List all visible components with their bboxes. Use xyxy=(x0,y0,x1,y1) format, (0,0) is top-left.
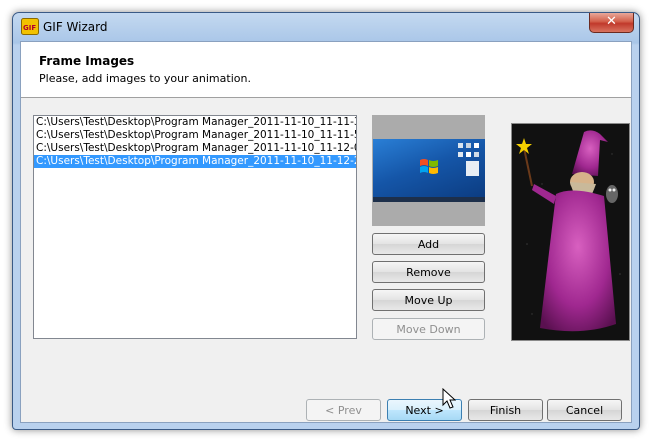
wizard-mascot-image xyxy=(512,124,629,340)
window-title: GIF Wizard xyxy=(43,20,108,34)
wizard-client-area: Frame Images Please, add images to your … xyxy=(20,41,632,423)
desktop-icons xyxy=(458,143,479,176)
list-item-selected[interactable]: C:\Users\Test\Desktop\Program Manager_20… xyxy=(34,155,356,168)
wizard-illustration xyxy=(511,123,630,341)
add-button[interactable]: Add xyxy=(372,233,485,255)
windows-logo-icon xyxy=(420,159,438,174)
list-item[interactable]: C:\Users\Test\Desktop\Program Manager_20… xyxy=(34,116,356,129)
gif-wizard-icon: GIF xyxy=(21,18,39,35)
close-button[interactable]: ✕ xyxy=(589,13,634,33)
list-item[interactable]: C:\Users\Test\Desktop\Program Manager_20… xyxy=(34,129,356,142)
remove-button[interactable]: Remove xyxy=(372,261,485,283)
cancel-button[interactable]: Cancel xyxy=(547,399,622,421)
move-down-button[interactable]: Move Down xyxy=(372,318,485,340)
list-item[interactable]: C:\Users\Test\Desktop\Program Manager_20… xyxy=(34,142,356,155)
page-title: Frame Images xyxy=(39,54,135,68)
preview-taskbar xyxy=(373,197,485,202)
page-subtitle: Please, add images to your animation. xyxy=(39,72,251,85)
svg-text:GIF: GIF xyxy=(23,24,36,32)
mouse-cursor-icon xyxy=(442,388,456,409)
close-icon: ✕ xyxy=(606,14,617,29)
finish-button[interactable]: Finish xyxy=(468,399,543,421)
wizard-header: Frame Images Please, add images to your … xyxy=(21,42,631,98)
preview-thumbnail xyxy=(373,139,485,202)
gif-wizard-window: GIF GIF Wizard ✕ Frame Images Please, ad… xyxy=(12,12,640,430)
move-up-button[interactable]: Move Up xyxy=(372,289,485,311)
frame-list[interactable]: C:\Users\Test\Desktop\Program Manager_20… xyxy=(33,115,357,339)
prev-button[interactable]: < Prev xyxy=(306,399,381,421)
title-bar[interactable]: GIF GIF Wizard ✕ xyxy=(13,13,639,41)
frame-preview xyxy=(372,115,485,226)
